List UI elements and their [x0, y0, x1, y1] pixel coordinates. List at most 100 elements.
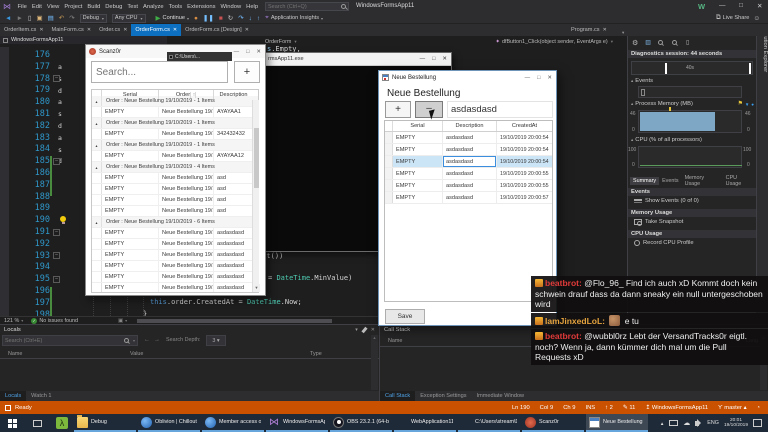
close-tab-icon[interactable]: ✕	[123, 27, 127, 33]
record-cpu-link[interactable]: Record CPU Profile	[643, 240, 694, 246]
panel-tab[interactable]: Exception Settings	[415, 391, 471, 401]
cell-description[interactable]: asdasdasd	[443, 144, 497, 155]
settings-gear-icon[interactable]: ⚙	[632, 39, 638, 47]
console-title-fragment[interactable]: C:\Users\...	[167, 52, 232, 61]
taskbar-app-button[interactable]: WindowsFormsAp...	[266, 414, 328, 432]
vertical-scrollbar[interactable]: ▲	[371, 335, 378, 390]
notification-bell-icon[interactable]: ◔	[756, 405, 760, 411]
breadcrumb-type[interactable]: OrderForm	[265, 39, 291, 45]
table-row[interactable]: ▴ EMPTY Neue Bestellung 19/... 342432432	[92, 129, 258, 140]
task-view-button[interactable]	[33, 419, 42, 427]
column-header-createdat[interactable]: CreatedAt	[497, 121, 552, 131]
table-row[interactable]: EMPTY asdasdasd 19/10/2019 20:00:54	[385, 156, 552, 168]
table-row[interactable]: EMPTY asdasdasd 19/10/2019 20:00:57	[385, 192, 552, 204]
character-indicator[interactable]: Ch 9	[563, 405, 575, 411]
platform-dropdown[interactable]: Any CPU ▾	[111, 13, 146, 23]
table-row[interactable]: EMPTY asdasdasd 19/10/2019 20:00:55	[385, 168, 552, 180]
column-indicator[interactable]: Col 9	[540, 405, 554, 411]
table-row[interactable]: ▴ EMPTY Neue Bestellung 19/... asd	[92, 173, 258, 184]
restart-icon[interactable]: ↻	[228, 14, 233, 22]
maximize-icon[interactable]: □	[537, 75, 540, 81]
collapse-group-icon[interactable]: ▴	[95, 220, 97, 225]
minimize-icon[interactable]: —	[234, 49, 240, 55]
undo-icon[interactable]: ↶	[59, 14, 64, 22]
table-row[interactable]: ▴ Order : Neue Bestellung 19/10/2019 - 1…	[92, 118, 258, 129]
dialog-titlebar[interactable]: Neue Bestellung — □ ✕	[379, 71, 556, 84]
column-header-name[interactable]: Name	[388, 338, 402, 344]
show-events-link[interactable]: Show Events (0 of 0)	[645, 198, 699, 204]
continue-icon[interactable]: ▶	[156, 14, 161, 22]
cell-description[interactable]: asdasdasd	[443, 180, 497, 191]
clock[interactable]: 20:01 19/10/2019	[724, 418, 748, 429]
close-tab-icon[interactable]: ✕	[245, 27, 249, 33]
chat-username[interactable]: beatbrot:	[545, 331, 582, 341]
lambda-app-icon[interactable]: λ	[56, 417, 68, 429]
collapse-group-icon[interactable]: ▴	[95, 165, 97, 170]
cell-description[interactable]: asdasdasd	[443, 168, 497, 179]
table-scrollbar[interactable]: ▼	[252, 100, 260, 292]
tray-expand-icon[interactable]: ▲	[660, 421, 664, 426]
pin-icon[interactable]	[361, 326, 368, 334]
navigate-back-icon[interactable]: ◄	[5, 15, 11, 22]
table-row[interactable]: ▴ EMPTY Neue Bestellung 19/... asdasdasd	[92, 283, 258, 292]
menu-item[interactable]: Tools	[166, 4, 185, 10]
menu-item[interactable]: Test	[125, 4, 141, 10]
repository-button[interactable]: ↥ WindowsFormsApp11	[645, 405, 708, 411]
prev-icon[interactable]: ←	[144, 337, 150, 343]
continue-button[interactable]: Continue	[163, 15, 185, 21]
hot-reload-icon[interactable]: ●	[194, 15, 198, 22]
incoming-commits[interactable]: ↑ 2	[605, 405, 613, 411]
document-tab[interactable]: Order.cs ✕	[95, 24, 131, 36]
maximize-icon[interactable]: □	[432, 56, 435, 62]
collapse-group-icon[interactable]: ▴	[95, 99, 97, 104]
application-insights-dropdown[interactable]: Application Insights	[271, 15, 319, 21]
display-tray-icon[interactable]	[669, 420, 679, 426]
table-row[interactable]: EMPTY asdasdasd 19/10/2019 20:00:54	[385, 144, 552, 156]
locals-header[interactable]: Locals ▾ ✕	[0, 325, 379, 335]
snapshot-doc-icon[interactable]: ▯	[686, 39, 689, 46]
column-header-name[interactable]: Name	[8, 351, 22, 357]
search-input[interactable]	[266, 3, 341, 10]
close-tab-icon[interactable]: ✕	[39, 27, 43, 33]
insert-mode-indicator[interactable]: INS	[585, 405, 595, 411]
panel-tab[interactable]: Locals	[0, 391, 27, 401]
table-row[interactable]: ▴ EMPTY Neue Bestellung 19/... asdasdasd	[92, 272, 258, 283]
table-row[interactable]: ▴ Order : Neue Bestellung 19/10/2019 - 4…	[92, 162, 258, 173]
taskbar-app-button[interactable]: Neue Bestellung	[586, 414, 648, 432]
close-icon[interactable]: ✕	[757, 2, 762, 10]
taskbar-app-button[interactable]: Oblivion | Chillout ...	[138, 414, 200, 432]
start-button[interactable]	[8, 418, 17, 428]
background-app-window-titlebar[interactable]: WindowsFormsApp11	[0, 36, 167, 44]
panel-tab[interactable]: Watch 1	[26, 391, 56, 401]
column-header-type[interactable]: Type	[310, 351, 322, 357]
table-row[interactable]: ▴ EMPTY Neue Bestellung 19/... asdasdasd	[92, 261, 258, 272]
table-row[interactable]: ▴ Order : Neue Bestellung 19/10/2019 - 1…	[92, 140, 258, 151]
filter-icon[interactable]: ▼	[745, 102, 749, 107]
search-input[interactable]	[92, 62, 227, 82]
onedrive-cloud-icon[interactable]: ☁	[683, 419, 690, 427]
issues-status[interactable]: No issues found	[39, 318, 78, 324]
close-tab-icon[interactable]: ✕	[173, 27, 177, 33]
fold-marker-icon[interactable]: –	[53, 252, 60, 259]
column-header-description[interactable]: Description	[214, 90, 253, 99]
collapse-group-icon[interactable]: ▴	[95, 121, 97, 126]
close-icon[interactable]: ✕	[371, 327, 375, 333]
menu-item[interactable]: File	[15, 4, 29, 10]
menu-item[interactable]: View	[44, 4, 61, 10]
pause-icon[interactable]: ❚❚	[203, 14, 214, 22]
close-tab-icon[interactable]: ✕	[603, 27, 607, 33]
collapse-icon[interactable]: ▴	[631, 78, 633, 84]
breadcrumb-member[interactable]: dfButton1_Click(object sender, EventArgs…	[502, 39, 608, 45]
table-row[interactable]: EMPTY asdasdasd 19/10/2019 20:00:55	[385, 180, 552, 192]
chat-username[interactable]: beatbrot:	[545, 278, 582, 288]
table-row[interactable]: ▴ EMPTY Neue Bestellung 19/... asd	[92, 206, 258, 217]
chat-username[interactable]: IamJinxedLoL:	[545, 316, 605, 326]
document-tab[interactable]: OrderForm.cs ✕	[131, 24, 182, 36]
close-icon[interactable]: ✕	[442, 56, 447, 62]
description-input[interactable]	[447, 101, 553, 118]
action-center-icon[interactable]	[753, 419, 762, 427]
diag-tab[interactable]: Memory Usage	[682, 174, 723, 188]
taskbar-app-button[interactable]: Member access op...	[202, 414, 264, 432]
line-indicator[interactable]: Ln 190	[512, 405, 530, 411]
save-icon[interactable]: ▤	[48, 14, 54, 22]
